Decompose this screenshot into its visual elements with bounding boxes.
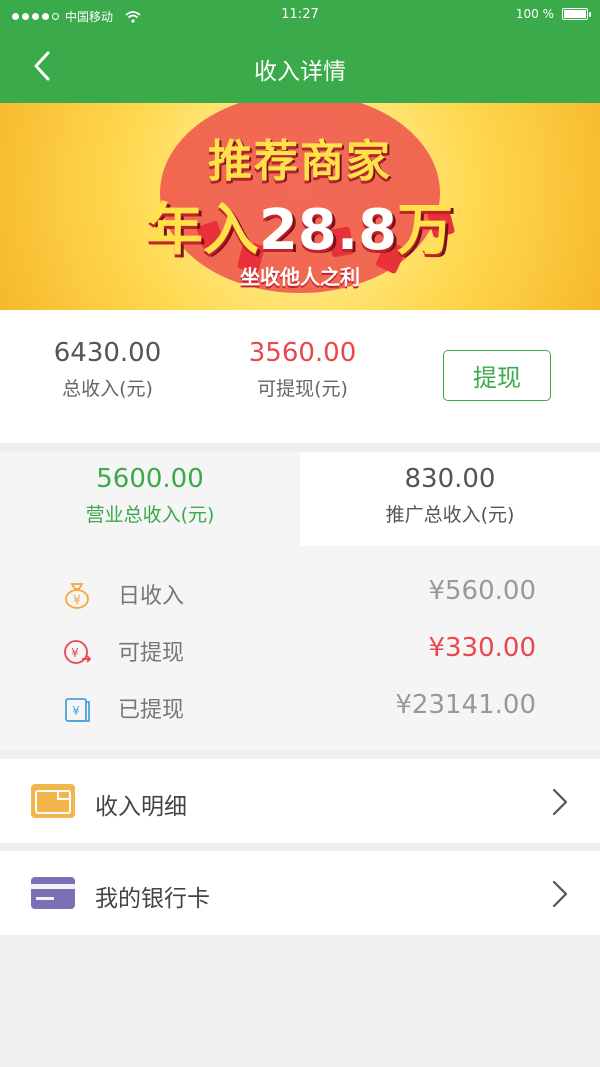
detail-value: ¥560.00 — [428, 576, 536, 606]
total-income-value: 6430.00 — [53, 338, 162, 368]
wallet-icon — [31, 784, 75, 818]
withdraw-button[interactable]: 提现 — [443, 350, 551, 401]
withdrawable-income: 3560.00 可提现(元) — [235, 338, 370, 401]
svg-text:¥: ¥ — [72, 704, 80, 718]
banner-subheadline: 年入28.8万 — [0, 185, 600, 266]
total-income-label: 总收入(元) — [62, 378, 153, 400]
detail-label: 已提现 — [118, 698, 185, 723]
svg-text:¥: ¥ — [73, 593, 81, 607]
detail-row-daily: ¥ 日收入 ¥560.00 — [0, 570, 600, 618]
detail-label: 可提现 — [118, 641, 185, 666]
banner-number: 28.8 — [258, 198, 398, 263]
menu-income-details[interactable]: 收入明细 — [0, 759, 600, 843]
status-bar: 中国移动 11:27 100 % — [0, 0, 600, 32]
detail-value: ¥330.00 — [428, 633, 536, 663]
banner-headline: 推荐商家 — [208, 136, 392, 187]
header: 中国移动 11:27 100 % 收入详情 — [0, 0, 600, 103]
withdrawable-label: 可提现(元) — [257, 378, 348, 400]
status-right: 100 % — [515, 7, 591, 21]
income-tabs: 5600.00 营业总收入(元) 830.00 推广总收入(元) — [0, 452, 600, 546]
total-income: 6430.00 总收入(元) — [40, 338, 175, 401]
tab-promotion-income[interactable]: 830.00 推广总收入(元) — [300, 452, 600, 546]
banner-prefix: 年入 — [146, 198, 259, 263]
income-details: ¥ 日收入 ¥560.00 ¥ 可提现 ¥330.00 ¥ 已提现 ¥23141… — [0, 546, 600, 750]
detail-row-withdrawable: ¥ 可提现 ¥330.00 — [0, 627, 600, 675]
chevron-right-icon — [552, 880, 568, 908]
withdraw-icon: ¥ — [64, 640, 92, 664]
banner-suffix: 万 — [397, 198, 454, 263]
page-title: 收入详情 — [254, 59, 346, 85]
tab-promotion-label: 推广总收入(元) — [385, 504, 515, 526]
battery-label: 100 % — [515, 7, 554, 21]
tab-promotion-value: 830.00 — [404, 464, 496, 494]
tab-business-value: 5600.00 — [96, 464, 204, 494]
money-bag-icon: ¥ — [65, 583, 89, 609]
withdrawn-icon: ¥ — [65, 698, 90, 722]
menu-label: 我的银行卡 — [95, 886, 210, 912]
tab-business-income[interactable]: 5600.00 营业总收入(元) — [0, 452, 300, 546]
tab-business-label: 营业总收入(元) — [85, 504, 215, 526]
income-summary: 6430.00 总收入(元) 3560.00 可提现(元) 提现 — [0, 310, 600, 443]
menu-my-bank-card[interactable]: 我的银行卡 — [0, 851, 600, 935]
banner-tagline: 坐收他人之利 — [240, 265, 360, 289]
promo-banner[interactable]: 推荐商家 年入28.8万 坐收他人之利 — [0, 103, 600, 310]
detail-label: 日收入 — [118, 584, 185, 609]
nav-bar: 收入详情 — [0, 32, 600, 103]
menu-label: 收入明细 — [95, 794, 187, 820]
chevron-right-icon — [552, 788, 568, 816]
svg-text:¥: ¥ — [71, 646, 79, 660]
withdrawable-value: 3560.00 — [248, 338, 357, 368]
status-time: 11:27 — [281, 7, 319, 22]
battery-icon — [562, 8, 591, 20]
detail-row-withdrawn: ¥ 已提现 ¥23141.00 — [0, 684, 600, 732]
detail-value: ¥23141.00 — [395, 690, 536, 720]
bank-card-icon — [31, 877, 75, 909]
